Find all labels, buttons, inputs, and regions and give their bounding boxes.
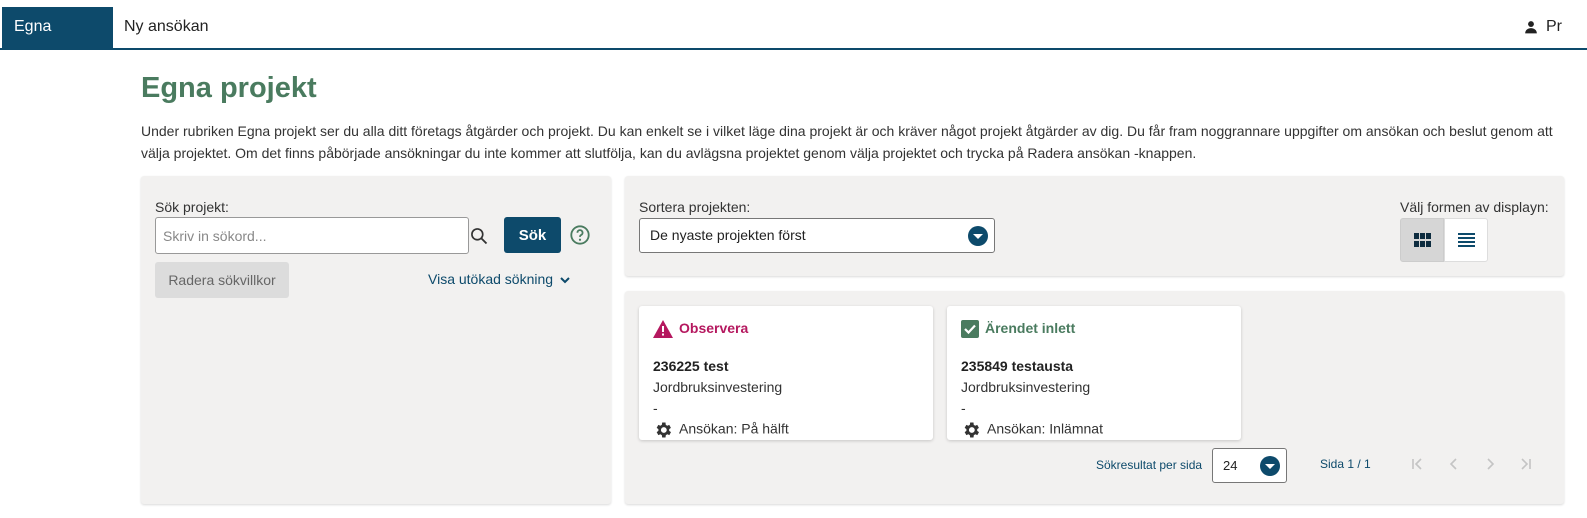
sort-panel: Sortera projekten: De nyaste projekten f… (625, 176, 1564, 276)
user-icon (1525, 20, 1537, 34)
application-status-label: Ansökan: På hälft (679, 420, 789, 437)
per-page-select[interactable]: 24 (1212, 448, 1287, 483)
list-view-button[interactable] (1444, 218, 1488, 262)
profile-label: Pr (1546, 18, 1562, 35)
application-status-label: Ansökan: Inlämnat (987, 420, 1103, 437)
first-page-icon[interactable] (1411, 457, 1425, 471)
application-status: Ansökan: På hälft (653, 420, 789, 440)
page-info: Sida 1 / 1 (1320, 457, 1371, 471)
warning-icon (653, 320, 673, 339)
sort-select[interactable]: De nyaste projekten först (639, 218, 995, 253)
status-badge: Observera (653, 320, 749, 339)
list-icon (1458, 233, 1475, 247)
advanced-search-label: Visa utökad sökning (428, 271, 554, 287)
gear-icon (656, 422, 671, 438)
checkbox-checked-icon (961, 320, 979, 339)
grid-icon (1414, 233, 1431, 247)
advanced-search-toggle[interactable]: Visa utökad sökning (428, 271, 571, 287)
project-type: Jordbruksinvestering (961, 379, 1091, 395)
status-label: Ärendet inlett (985, 320, 1076, 336)
application-status: Ansökan: Inlämnat (961, 420, 1103, 440)
search-button[interactable]: Sök (504, 217, 561, 253)
sort-label: Sortera projekten: (639, 199, 751, 215)
project-detail: - (961, 400, 966, 416)
project-title: 235849 testausta (961, 358, 1074, 374)
search-input[interactable] (155, 217, 469, 254)
clear-search-button[interactable]: Radera sökvillkor (155, 262, 289, 298)
last-page-icon[interactable] (1518, 457, 1532, 471)
grid-view-button[interactable] (1400, 218, 1444, 262)
project-title: 236225 test (653, 358, 729, 374)
per-page-label: Sökresultat per sida (1096, 458, 1203, 472)
per-page-value: 24 (1223, 458, 1238, 473)
top-navigation: Egna projekt Ny ansökan Pr (0, 0, 1587, 75)
view-mode-label: Välj formen av displayn: (1400, 199, 1549, 215)
next-page-icon[interactable] (1483, 457, 1497, 471)
status-label: Observera (679, 320, 749, 336)
tab-ny-ansokan[interactable]: Ny ansökan (112, 7, 221, 49)
dropdown-arrow-icon (968, 226, 988, 246)
dropdown-arrow-icon (1260, 456, 1280, 476)
search-icon[interactable] (469, 226, 489, 246)
project-card[interactable]: Ärendet inlett 235849 testausta Jordbruk… (947, 306, 1241, 440)
sort-selected-value: De nyaste projekten först (650, 227, 806, 243)
project-detail: - (653, 400, 658, 416)
project-type: Jordbruksinvestering (653, 379, 783, 395)
gear-icon (964, 422, 979, 438)
profile-menu[interactable]: Pr (1524, 7, 1562, 49)
project-card[interactable]: Observera 236225 test Jordbruksinvesteri… (639, 306, 933, 440)
search-label: Sök projekt: (155, 199, 229, 215)
chevron-down-icon (560, 277, 570, 284)
page-title: Egna projekt (141, 72, 317, 104)
page-intro: Under rubriken Egna projekt ser du alla … (141, 123, 1553, 161)
status-badge: Ärendet inlett (961, 320, 1076, 339)
previous-page-icon[interactable] (1447, 457, 1461, 471)
search-panel: Sök projekt: Sök Radera sökvillkor Visa … (141, 176, 611, 504)
help-icon[interactable] (569, 224, 591, 246)
results-panel: Observera 236225 test Jordbruksinvesteri… (625, 291, 1564, 504)
tab-egna-projekt[interactable]: Egna projekt (2, 7, 113, 75)
